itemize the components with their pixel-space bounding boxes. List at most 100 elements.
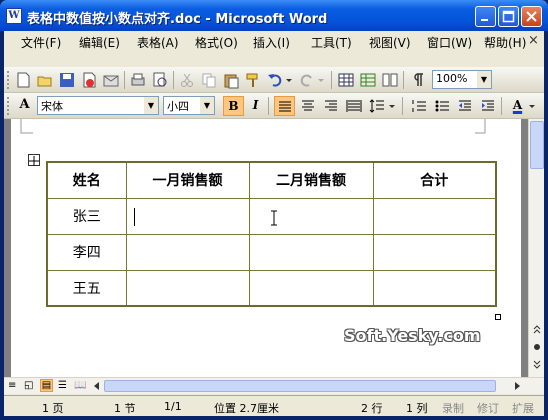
paste-icon[interactable] [222, 71, 240, 89]
font-size-combo[interactable]: 小四 ▼ [163, 96, 215, 115]
table-cell[interactable] [248, 269, 374, 307]
format-painter-icon[interactable] [244, 71, 262, 89]
menu-tools[interactable]: 工具(T) [311, 34, 352, 51]
toolbar-separator [124, 71, 125, 89]
decrease-indent-button[interactable] [454, 96, 475, 116]
table-cell[interactable] [248, 197, 374, 235]
outline-view-icon[interactable]: ☰ [58, 380, 67, 391]
redo-dropdown-icon[interactable] [312, 71, 330, 89]
menu-format[interactable]: 格式(O) [195, 34, 238, 51]
cut-icon[interactable] [178, 71, 196, 89]
table-cell[interactable]: 王五 [46, 269, 127, 307]
status-record[interactable]: 录制 [442, 400, 464, 416]
print-preview-icon[interactable] [151, 71, 169, 89]
table-move-handle[interactable] [28, 154, 40, 166]
insert-table-icon[interactable] [337, 71, 355, 89]
menu-insert[interactable]: 插入(I) [253, 34, 290, 51]
document-close-button[interactable]: × [528, 33, 539, 48]
table-cell[interactable] [248, 233, 374, 271]
line-spacing-dropdown-icon[interactable] [388, 97, 398, 115]
header-cell-feb[interactable]: 二月销售额 [248, 161, 374, 199]
page-nav-icons[interactable] [531, 323, 543, 373]
new-document-icon[interactable] [14, 71, 32, 89]
chevron-down-icon[interactable]: ▼ [200, 97, 214, 114]
page-margin-markers [20, 119, 486, 134]
menu-table[interactable]: 表格(A) [137, 34, 179, 51]
header-cell-name[interactable]: 姓名 [46, 161, 127, 199]
menu-edit[interactable]: 编辑(E) [79, 34, 120, 51]
distributed-align-icon [346, 100, 361, 112]
italic-button[interactable]: I [245, 96, 266, 116]
line-spacing-button[interactable] [366, 96, 387, 116]
bullets-button[interactable] [431, 96, 452, 116]
table-cell[interactable]: 李四 [46, 233, 127, 271]
table-cell[interactable] [372, 269, 497, 307]
zoom-combo[interactable]: 100% ▼ [432, 70, 492, 89]
scroll-right-icon[interactable] [512, 381, 522, 391]
vertical-scrollbar[interactable] [528, 119, 544, 377]
show-hide-marks-icon[interactable] [408, 71, 426, 89]
align-right-button[interactable] [320, 96, 341, 116]
table-cell[interactable] [372, 197, 497, 235]
chevron-down-icon[interactable]: ▼ [477, 71, 491, 88]
table-cell[interactable] [125, 233, 250, 271]
table-cell[interactable] [372, 233, 497, 271]
font-color-dropdown-icon[interactable] [528, 97, 538, 115]
print-view-icon[interactable]: ▤ [40, 379, 53, 392]
numbering-button[interactable] [408, 96, 429, 116]
maximize-button[interactable] [498, 6, 519, 27]
scroll-left-icon[interactable] [92, 381, 102, 391]
scroll-thumb[interactable] [530, 121, 544, 169]
toolbar-grip[interactable] [7, 97, 10, 115]
close-button[interactable] [521, 6, 542, 27]
status-track-changes[interactable]: 修订 [477, 400, 499, 416]
header-cell-total[interactable]: 合计 [372, 161, 497, 199]
h-scroll-thumb[interactable] [104, 380, 496, 392]
columns-icon[interactable] [381, 71, 399, 89]
email-icon[interactable] [102, 71, 120, 89]
table-cell-active[interactable] [125, 197, 250, 235]
horizontal-scrollbar[interactable]: ≡ ◱ ▤ ☰ 📖 [4, 377, 544, 394]
reading-view-icon[interactable]: 📖 [74, 380, 86, 391]
status-position: 位置 2.7厘米 [214, 402, 279, 415]
status-bar: 1 页 1 节 1/1 位置 2.7厘米 2 行 1 列 录制 修订 扩展 [4, 395, 544, 416]
minimize-button[interactable] [475, 6, 496, 27]
increase-indent-icon [481, 100, 494, 111]
font-color-button[interactable]: A [507, 96, 528, 116]
menu-window[interactable]: 窗口(W) [427, 34, 472, 51]
undo-dropdown-icon[interactable] [280, 71, 298, 89]
open-folder-icon[interactable] [36, 71, 54, 89]
excel-sheet-icon[interactable] [359, 71, 377, 89]
permission-icon[interactable] [80, 71, 98, 89]
font-combo[interactable]: 宋体 ▼ [37, 96, 159, 115]
distributed-align-button[interactable] [343, 96, 364, 116]
table-cell[interactable] [125, 269, 250, 307]
align-center-button[interactable] [297, 96, 318, 116]
menu-help[interactable]: 帮助(H) [484, 34, 526, 51]
move-icon [29, 156, 39, 166]
word-app-icon[interactable]: W [6, 8, 22, 24]
chevron-down-icon[interactable]: ▼ [144, 97, 158, 114]
table-resize-handle[interactable] [495, 314, 501, 320]
styles-icon[interactable]: A [14, 96, 35, 116]
copy-icon[interactable] [200, 71, 218, 89]
increase-indent-button[interactable] [477, 96, 498, 116]
print-icon[interactable] [129, 71, 147, 89]
menu-file[interactable]: 文件(F) [21, 34, 61, 51]
toolbar-grip[interactable] [7, 71, 10, 89]
title-bar[interactable]: W 表格中数值按小数点对齐.doc - Microsoft Word [0, 0, 548, 31]
header-cell-jan[interactable]: 一月销售额 [125, 161, 250, 199]
zoom-value: 100% [436, 72, 468, 85]
table-cell[interactable]: 张三 [46, 197, 127, 235]
align-right-icon [324, 100, 337, 111]
table-row: 李四 [46, 233, 497, 271]
status-extend[interactable]: 扩展 [512, 400, 534, 416]
menu-view[interactable]: 视图(V) [369, 34, 411, 51]
document-page[interactable]: 姓名 一月销售额 二月销售额 合计 张三 李四 王五 Soft.Yesky.co… [11, 119, 521, 377]
bold-button[interactable]: B [223, 96, 244, 116]
web-view-icon[interactable]: ◱ [24, 380, 33, 391]
align-justify-button[interactable] [274, 96, 295, 116]
save-icon[interactable] [58, 71, 76, 89]
status-page-of: 1/1 [164, 400, 182, 413]
normal-view-icon[interactable]: ≡ [8, 380, 16, 391]
